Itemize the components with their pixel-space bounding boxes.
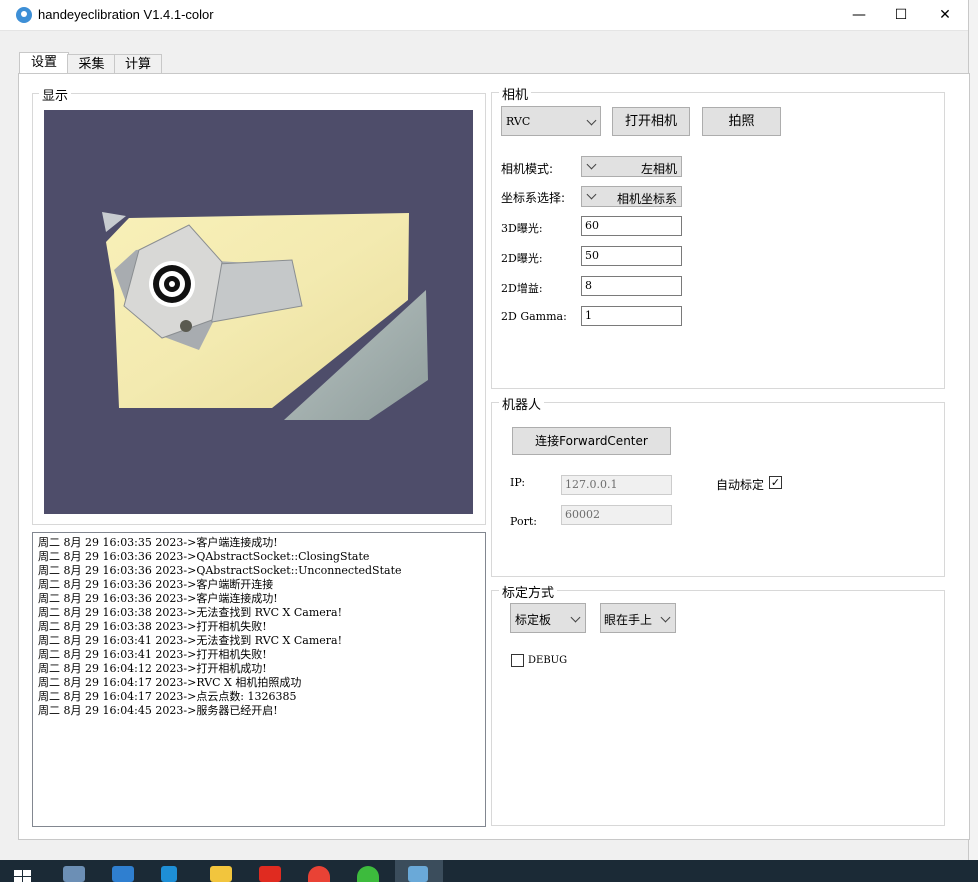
title-bar[interactable]: handeyeclibration V1.4.1-color — ☐ ✕ (0, 0, 968, 30)
exposure-3d-label: 3D曝光: (501, 222, 543, 235)
camera-mode-value: 左相机 (640, 162, 677, 176)
coord-system-value: 相机坐标系 (616, 192, 677, 206)
port-input[interactable]: 60002 (561, 505, 672, 525)
log-output[interactable]: 周二 8月 29 16:03:35 2023->客户端连接成功! 周二 8月 2… (32, 532, 486, 827)
point-cloud-render (102, 212, 428, 420)
ip-input[interactable]: 127.0.0.1 (561, 475, 672, 495)
tab-settings[interactable]: 设置 (19, 52, 69, 75)
capture-button[interactable]: 拍照 (702, 107, 781, 136)
chevron-down-icon (570, 612, 581, 623)
camera-group-title: 相机 (499, 84, 532, 103)
camera-group (491, 92, 945, 389)
handeye-app-icon (408, 866, 428, 882)
log-line: 周二 8月 29 16:03:36 2023->客户端连接成功! (38, 592, 278, 605)
ip-label: IP: (510, 476, 526, 489)
taskbar-app-icon[interactable] (161, 866, 177, 882)
camera-model-value: RVC (506, 115, 531, 128)
coord-system-select[interactable]: 相机坐标系 (581, 186, 682, 207)
taskbar-app-icon[interactable] (259, 866, 281, 882)
camera-mode-select[interactable]: 左相机 (581, 156, 682, 177)
camera-mode-label: 相机模式: (501, 162, 554, 176)
open-camera-button[interactable]: 打开相机 (612, 107, 690, 136)
log-line: 周二 8月 29 16:03:38 2023->打开相机失败! (38, 620, 267, 633)
log-line: 周二 8月 29 16:03:36 2023->QAbstractSocket:… (38, 550, 370, 563)
debug-checkbox[interactable] (511, 654, 524, 667)
log-line: 周二 8月 29 16:04:17 2023->点云点数: 1326385 (38, 690, 297, 703)
coord-system-label: 坐标系选择: (501, 191, 566, 205)
gamma-2d-input[interactable]: 1 (581, 306, 682, 326)
log-line: 周二 8月 29 16:04:45 2023->服务器已经开启! (38, 704, 278, 717)
taskbar-active-app[interactable] (395, 860, 443, 882)
chevron-down-icon (586, 115, 597, 126)
log-line: 周二 8月 29 16:03:36 2023->QAbstractSocket:… (38, 564, 402, 577)
app-logo-icon (16, 7, 32, 23)
auto-calib-checkbox[interactable]: ✓ (769, 476, 782, 489)
wechat-icon[interactable] (357, 866, 379, 882)
close-button[interactable]: ✕ (922, 0, 968, 30)
calibration-group-title: 标定方式 (499, 582, 558, 601)
exposure-2d-input[interactable]: 50 (581, 246, 682, 266)
folder-icon[interactable] (210, 866, 232, 882)
minimize-button[interactable]: — (836, 0, 882, 30)
gamma-2d-label: 2D Gamma: (501, 310, 567, 323)
taskbar (0, 860, 978, 882)
chevron-down-icon (586, 189, 597, 200)
log-line: 周二 8月 29 16:04:17 2023->RVC X 相机拍照成功 (38, 676, 302, 689)
log-line: 周二 8月 29 16:03:38 2023->无法查找到 RVC X Came… (38, 606, 343, 619)
tab-capture[interactable]: 采集 (67, 54, 116, 74)
taskbar-app-icon[interactable] (63, 866, 85, 882)
chrome-icon[interactable] (308, 866, 330, 882)
log-line: 周二 8月 29 16:03:41 2023->无法查找到 RVC X Came… (38, 634, 343, 647)
exposure-3d-input[interactable]: 60 (581, 216, 682, 236)
port-label: Port: (510, 515, 537, 528)
gain-2d-label: 2D增益: (501, 282, 543, 295)
check-icon: ✓ (770, 476, 781, 489)
log-line: 周二 8月 29 16:04:12 2023->打开相机成功! (38, 662, 267, 675)
display-group-title: 显示 (39, 85, 72, 104)
chevron-down-icon (586, 159, 597, 170)
auto-calib-label: 自动标定 (716, 478, 765, 492)
log-line: 周二 8月 29 16:03:36 2023->客户端断开连接 (38, 578, 274, 591)
eye-mode-select[interactable]: 眼在手上 (600, 603, 676, 633)
chevron-down-icon (660, 612, 671, 623)
robot-group-title: 机器人 (499, 394, 545, 413)
maximize-button[interactable]: ☐ (878, 0, 924, 30)
exposure-2d-label: 2D曝光: (501, 252, 543, 265)
calib-target-select[interactable]: 标定板 (510, 603, 586, 633)
connect-forwardcenter-button[interactable]: 连接ForwardCenter (512, 427, 671, 455)
camera-model-select[interactable]: RVC (501, 106, 601, 136)
debug-label: DEBUG (528, 655, 568, 666)
eye-mode-value: 眼在手上 (604, 613, 653, 627)
window-title: handeyeclibration V1.4.1-color (38, 7, 214, 22)
gain-2d-input[interactable]: 8 (581, 276, 682, 296)
tab-compute[interactable]: 计算 (114, 54, 162, 74)
log-line: 周二 8月 29 16:03:35 2023->客户端连接成功! (38, 536, 278, 549)
log-line: 周二 8月 29 16:03:41 2023->打开相机失败! (38, 648, 267, 661)
calib-target-value: 标定板 (515, 613, 552, 627)
taskbar-app-icon[interactable] (112, 866, 134, 882)
windows-start-icon[interactable] (14, 868, 32, 882)
point-cloud-view[interactable] (44, 110, 473, 514)
